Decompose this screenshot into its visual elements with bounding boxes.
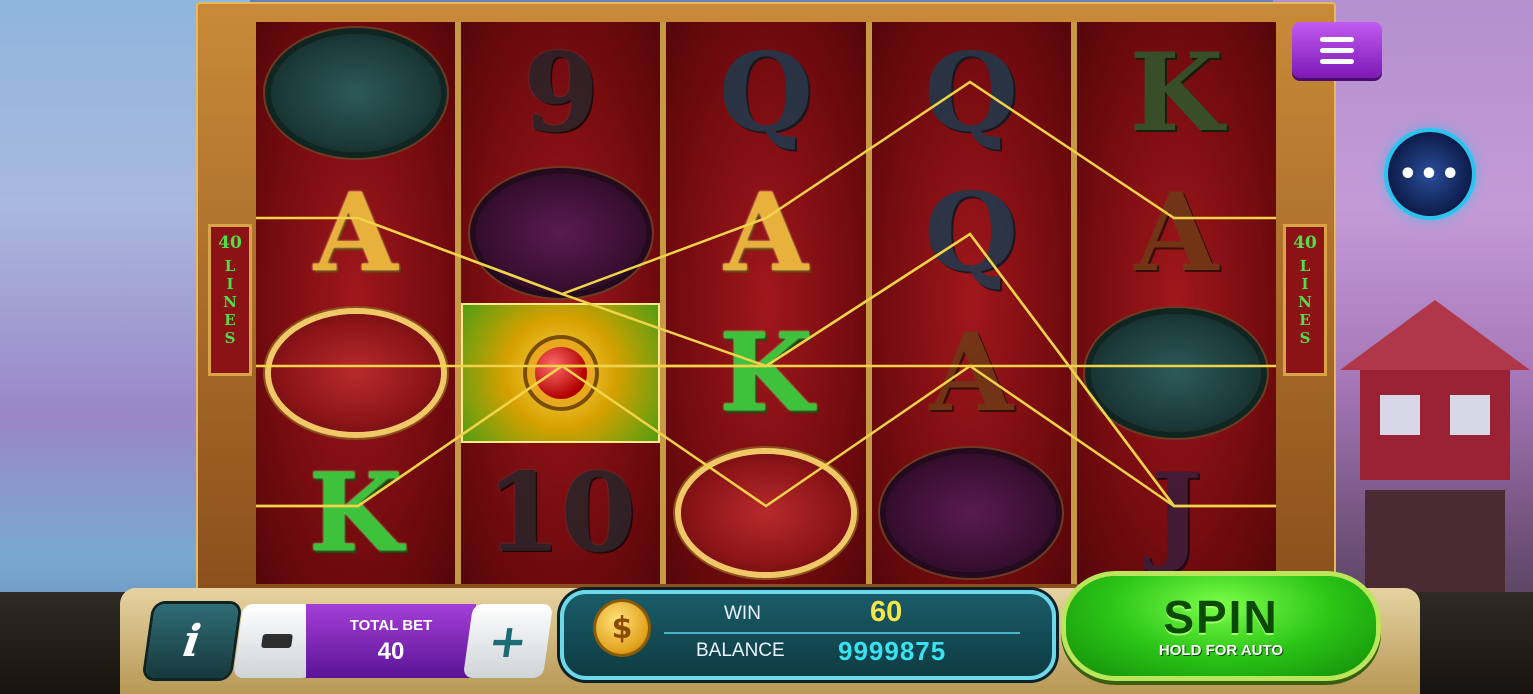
lines-word-right: L I N E S (1298, 257, 1312, 347)
reel-3: QAK (666, 22, 872, 584)
symbol-j: J (1150, 450, 1202, 576)
hamburger-icon (1320, 36, 1354, 42)
reel-1: AK (256, 22, 462, 584)
lines-count-left: 40 (218, 233, 242, 253)
lines-count-right: 40 (1293, 233, 1317, 253)
reel-4: QQA (871, 22, 1077, 584)
gem-icon (534, 347, 587, 399)
symbol-k-firecracker: K (1129, 30, 1224, 156)
symbol-foo-dog (256, 303, 455, 443)
spin-button[interactable]: SPIN HOLD FOR AUTO (1066, 576, 1376, 676)
symbol-foo-dog (666, 443, 865, 583)
divider (664, 632, 1020, 634)
symbol-a-lotus: A (929, 310, 1014, 436)
symbol-golden-toad (461, 303, 661, 443)
win-label: WIN (724, 603, 761, 624)
symbol-a-lotus: A (1134, 170, 1219, 296)
reel-grid: A K 9 10 Q A K Q Q A K A J (256, 22, 1277, 584)
pagoda-decoration (1340, 300, 1530, 620)
symbol-cell (256, 23, 455, 163)
symbol-phoenix (872, 443, 1071, 583)
symbol-a-lotus: A (313, 170, 398, 296)
symbol-10: 10 (485, 450, 636, 576)
minus-icon (261, 634, 293, 648)
reel-2: 9 10 (461, 22, 667, 584)
reel-5: KA J (1076, 22, 1277, 584)
more-options-button[interactable]: ••• (1388, 132, 1472, 216)
balance-value: 9999875 (838, 636, 947, 666)
symbol-q: Q (924, 170, 1019, 296)
total-bet-display: TOTAL BET 40 (306, 604, 476, 678)
symbol-q: Q (718, 30, 814, 156)
balance-label: BALANCE (696, 640, 785, 661)
symbol-k-firecracker: K (308, 450, 403, 576)
menu-button[interactable] (1292, 22, 1382, 78)
symbol-q: Q (924, 30, 1019, 156)
increase-bet-button[interactable]: + (462, 604, 554, 678)
coin-icon: $ (596, 602, 648, 654)
symbol-phoenix (461, 163, 660, 303)
total-bet-label: TOTAL BET (349, 616, 433, 634)
total-bet-value: 40 (377, 637, 405, 665)
win-value: 60 (870, 596, 903, 628)
symbol-a-lotus: A (724, 170, 808, 296)
info-button[interactable]: i (144, 604, 240, 678)
lines-indicator-left: 40 L I N E S (208, 224, 252, 376)
symbol-k-firecracker: K (719, 310, 813, 436)
hold-for-auto-label: HOLD FOR AUTO (1158, 641, 1284, 659)
lines-indicator-right: 40 L I N E S (1283, 224, 1327, 376)
symbol-koi-fish (1077, 303, 1276, 443)
lines-word-left: L I N E S (223, 257, 237, 347)
spin-label: SPIN (1163, 590, 1279, 643)
symbol-9: 9 (523, 30, 599, 156)
